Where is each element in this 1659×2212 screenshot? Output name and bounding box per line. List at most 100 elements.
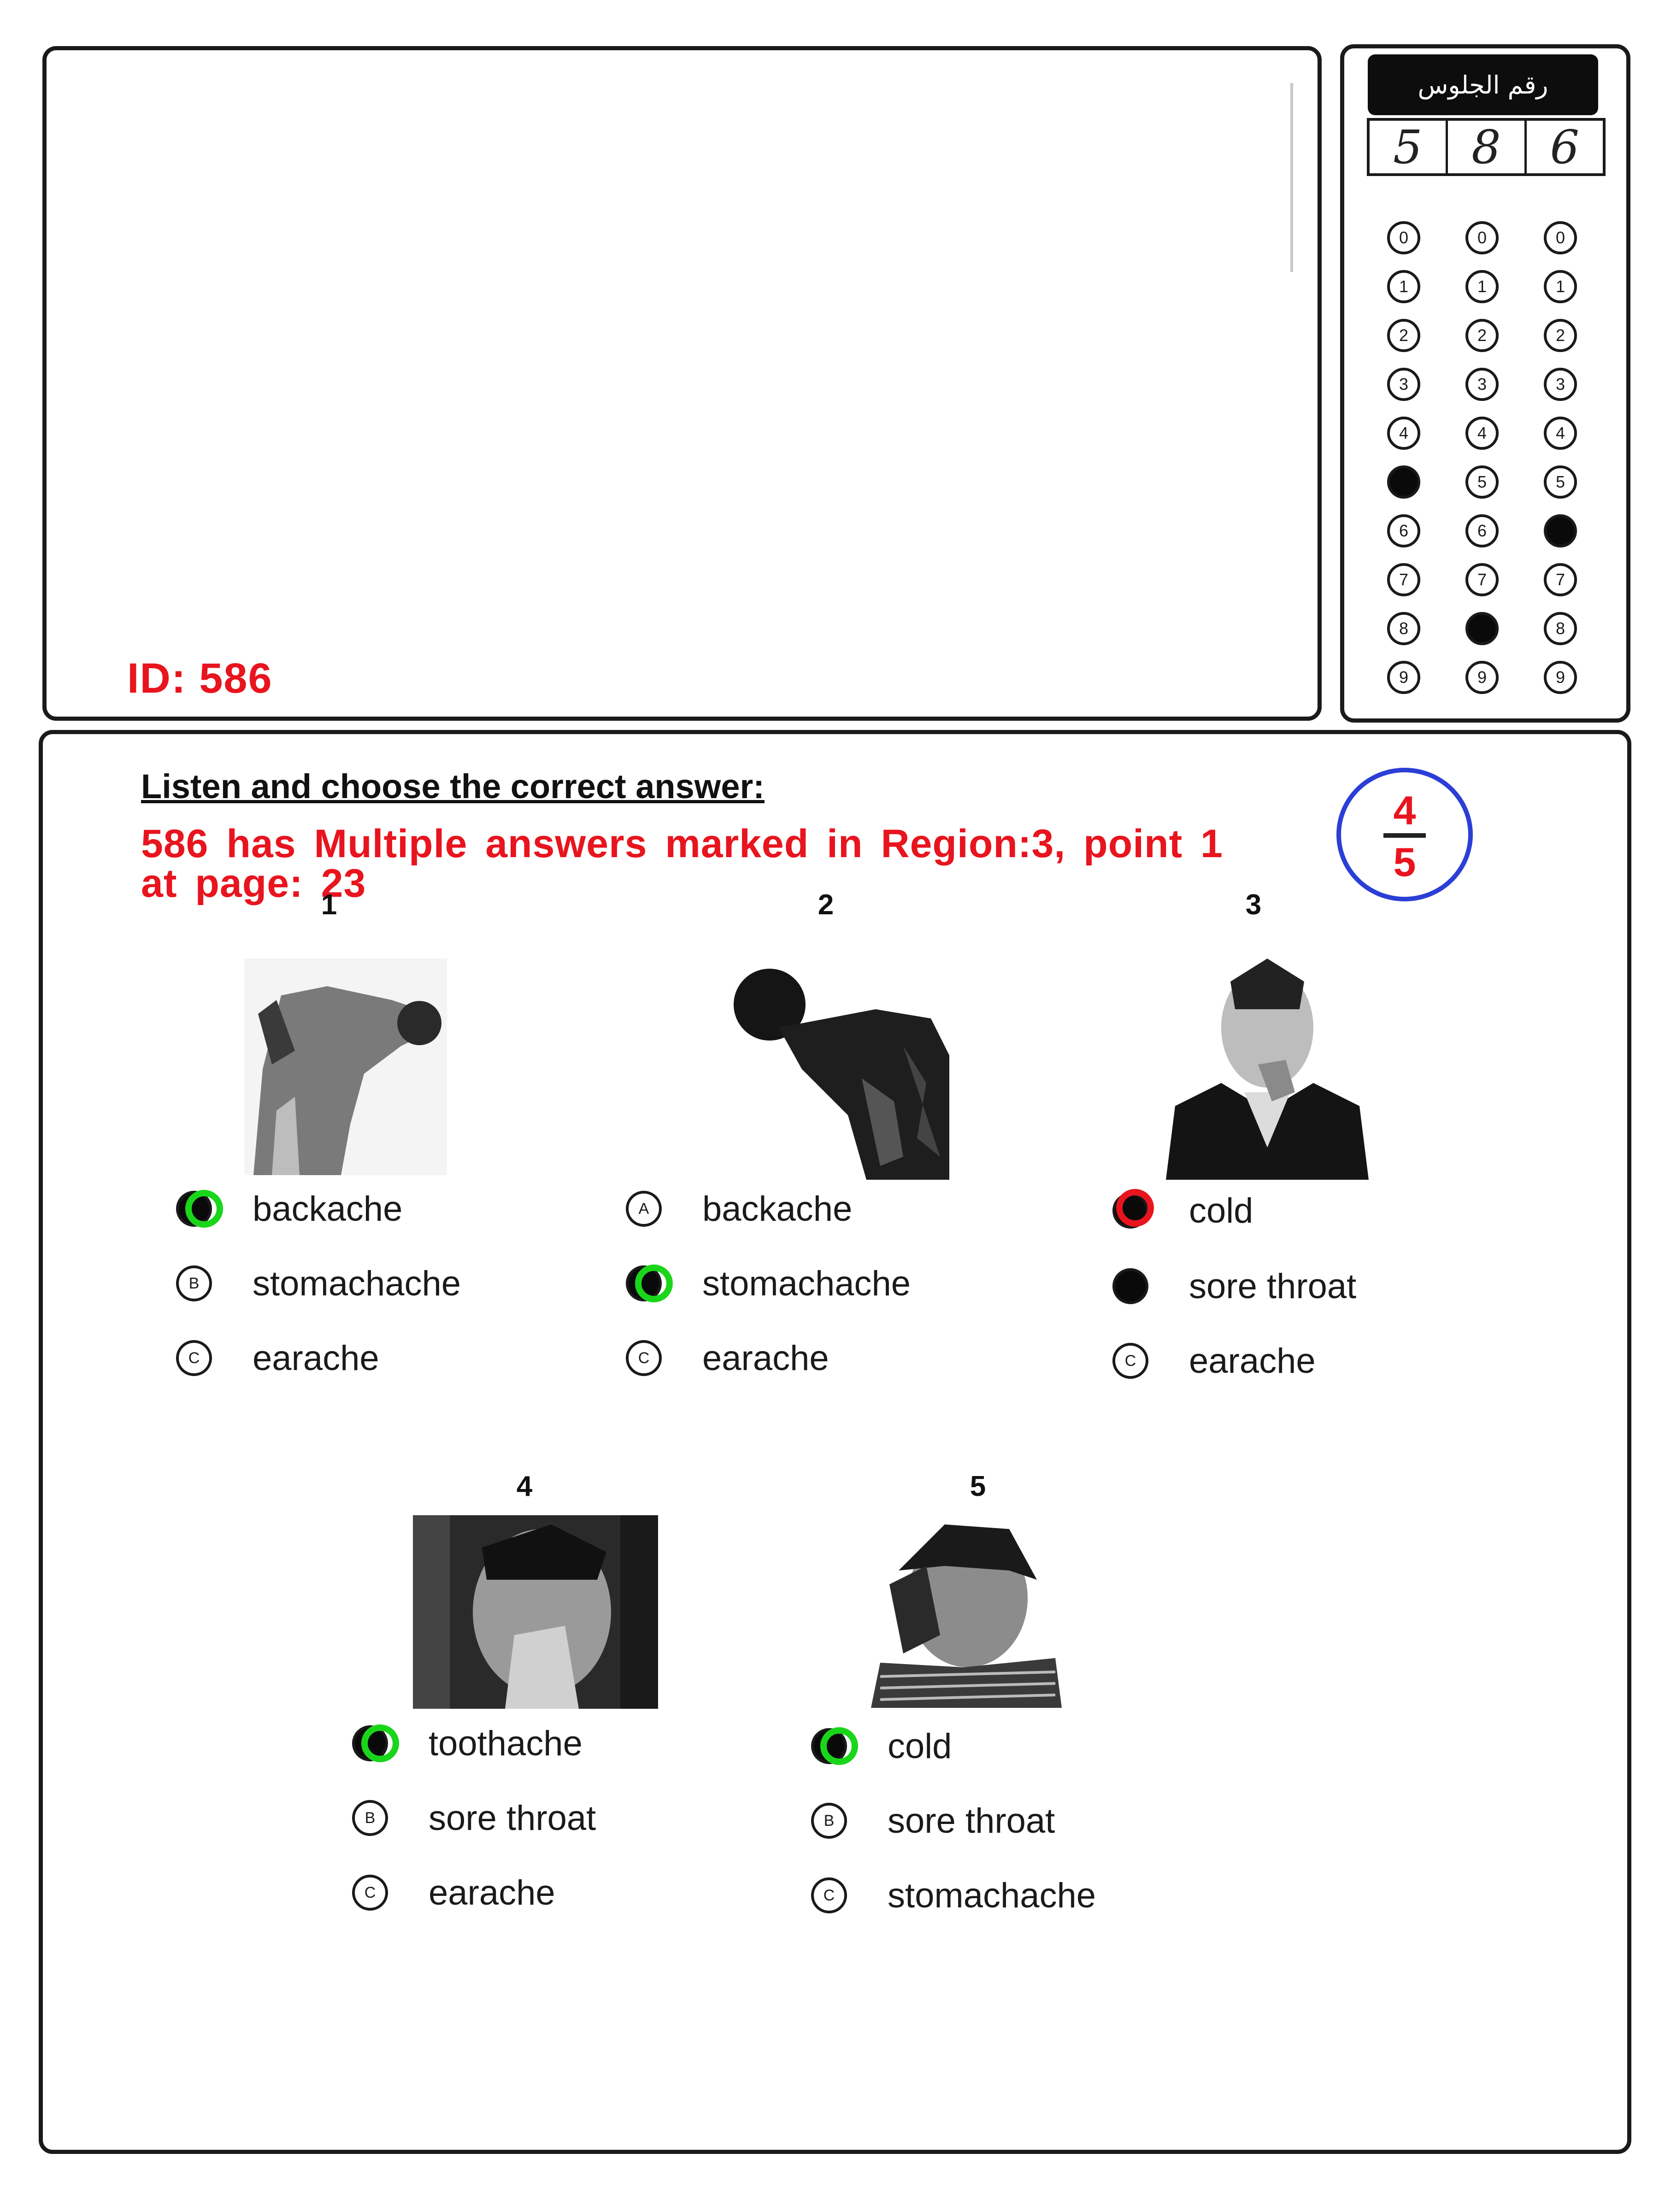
seat-bubble-0[interactable]: 0 bbox=[1544, 221, 1577, 254]
option-label: earache bbox=[429, 1873, 555, 1912]
option-row[interactable]: B sore throat bbox=[352, 1793, 596, 1843]
seat-bubble-1[interactable]: 1 bbox=[1465, 270, 1499, 303]
seat-bubble-4[interactable]: 4 bbox=[1387, 417, 1420, 450]
answer-bubble-b[interactable]: B bbox=[352, 1800, 388, 1836]
option-row[interactable]: C stomachache bbox=[811, 1870, 1096, 1921]
seat-bubble-8[interactable]: 8 bbox=[1387, 612, 1420, 645]
question-number: 4 bbox=[516, 1471, 533, 1502]
divider-line bbox=[1290, 83, 1293, 272]
option-row[interactable]: stomachache bbox=[626, 1258, 911, 1309]
answer-bubble-a[interactable] bbox=[352, 1724, 399, 1762]
seat-bubble-7[interactable]: 7 bbox=[1544, 563, 1577, 596]
option-label: sore throat bbox=[1189, 1266, 1357, 1306]
seat-bubble-5[interactable]: 5 bbox=[1465, 465, 1499, 499]
answer-bubble-c[interactable]: C bbox=[1112, 1343, 1148, 1379]
correct-mark-icon bbox=[185, 1190, 223, 1228]
seat-bubble-7[interactable]: 7 bbox=[1465, 563, 1499, 596]
seat-bubble-8[interactable]: 8 bbox=[1465, 612, 1499, 645]
seat-bubble-0[interactable]: 0 bbox=[1465, 221, 1499, 254]
seat-bubble-3[interactable]: 3 bbox=[1465, 368, 1499, 401]
correct-mark-icon bbox=[361, 1724, 399, 1762]
photo-man-sore-throat bbox=[1166, 954, 1369, 1180]
option-row[interactable]: C earache bbox=[1112, 1335, 1316, 1386]
answer-bubble-b[interactable] bbox=[626, 1265, 673, 1302]
seat-number-title: رقم الجلوس bbox=[1368, 54, 1598, 115]
answer-bubble-c[interactable]: C bbox=[626, 1340, 662, 1376]
option-label: backache bbox=[702, 1189, 853, 1229]
seat-bubble-5[interactable]: 5 bbox=[1544, 465, 1577, 499]
option-row[interactable]: C earache bbox=[176, 1333, 379, 1383]
answer-bubble-b[interactable]: B bbox=[176, 1265, 212, 1301]
photo-man-toothache bbox=[413, 1515, 658, 1709]
photo-man-headache bbox=[871, 1515, 1062, 1708]
option-label: cold bbox=[1189, 1191, 1253, 1230]
seat-bubble-3[interactable]: 3 bbox=[1544, 368, 1577, 401]
option-row[interactable]: C earache bbox=[626, 1333, 829, 1383]
option-label: stomachache bbox=[888, 1876, 1096, 1915]
seat-bubble-1[interactable]: 1 bbox=[1544, 270, 1577, 303]
seat-digit: 5 bbox=[1370, 120, 1448, 174]
option-row[interactable]: B stomachache bbox=[176, 1258, 461, 1309]
answer-bubble-a[interactable]: A bbox=[626, 1191, 662, 1227]
option-row[interactable]: cold bbox=[811, 1721, 952, 1771]
seat-bubble-1[interactable]: 1 bbox=[1387, 270, 1420, 303]
seat-bubble-6[interactable]: 6 bbox=[1544, 514, 1577, 547]
answer-bubble-b[interactable] bbox=[1112, 1268, 1148, 1304]
option-row[interactable]: backache bbox=[176, 1183, 402, 1234]
correct-mark-icon bbox=[820, 1727, 858, 1765]
score-obtained: 4 bbox=[1393, 788, 1416, 833]
photo-man-backache bbox=[244, 959, 447, 1175]
seat-bubble-9[interactable]: 9 bbox=[1544, 661, 1577, 694]
seat-number-digits: 5 8 6 bbox=[1367, 118, 1606, 176]
seat-bubble-grid: 0 1 2 3 4 5 6 7 8 9 0 1 2 3 4 5 6 7 8 9 0 1 2 3 4 5 6 7 8 9 bbox=[1387, 221, 1581, 710]
seat-bubble-5[interactable]: 5 bbox=[1387, 465, 1420, 499]
option-row[interactable]: A backache bbox=[626, 1183, 852, 1234]
question-number: 2 bbox=[818, 889, 834, 921]
option-row[interactable]: B sore throat bbox=[811, 1795, 1055, 1846]
answer-bubble-a[interactable] bbox=[811, 1727, 858, 1765]
answer-bubble-c[interactable]: C bbox=[176, 1340, 212, 1376]
option-label: toothache bbox=[429, 1724, 582, 1763]
answer-bubble-b[interactable]: B bbox=[811, 1803, 847, 1839]
option-row[interactable]: cold bbox=[1112, 1185, 1253, 1236]
seat-bubble-7[interactable]: 7 bbox=[1387, 563, 1420, 596]
answer-bubble-a[interactable] bbox=[176, 1190, 223, 1228]
seat-digit: 6 bbox=[1550, 120, 1580, 174]
photo-man-stomachache bbox=[710, 963, 949, 1180]
option-row[interactable]: toothache bbox=[352, 1718, 582, 1769]
score-total: 5 bbox=[1393, 839, 1416, 885]
seat-bubble-8[interactable]: 8 bbox=[1544, 612, 1577, 645]
option-row[interactable]: sore throat bbox=[1112, 1261, 1356, 1312]
option-label: earache bbox=[1189, 1341, 1316, 1381]
wrong-mark-icon bbox=[1116, 1189, 1154, 1227]
question-number: 3 bbox=[1245, 889, 1262, 921]
question-number: 5 bbox=[970, 1471, 986, 1502]
question-panel bbox=[39, 730, 1631, 2154]
option-label: earache bbox=[702, 1338, 829, 1378]
seat-digit: 8 bbox=[1448, 120, 1527, 174]
answer-bubble-a[interactable] bbox=[1112, 1189, 1154, 1229]
question-number: 1 bbox=[321, 889, 337, 921]
seat-bubble-9[interactable]: 9 bbox=[1387, 661, 1420, 694]
option-label: earache bbox=[253, 1338, 379, 1378]
score-badge: 4 5 bbox=[1336, 768, 1473, 901]
seat-bubble-0[interactable]: 0 bbox=[1387, 221, 1420, 254]
seat-bubble-4[interactable]: 4 bbox=[1465, 417, 1499, 450]
seat-bubble-6[interactable]: 6 bbox=[1465, 514, 1499, 547]
grading-error-message: 586 has Multiple answers marked in Regio… bbox=[141, 822, 1224, 866]
answer-bubble-c[interactable]: C bbox=[352, 1875, 388, 1911]
option-label: backache bbox=[253, 1189, 403, 1229]
seat-bubble-2[interactable]: 2 bbox=[1544, 319, 1577, 352]
option-label: sore throat bbox=[888, 1801, 1055, 1841]
seat-bubble-4[interactable]: 4 bbox=[1544, 417, 1577, 450]
option-row[interactable]: C earache bbox=[352, 1867, 555, 1918]
option-label: stomachache bbox=[702, 1264, 911, 1303]
seat-bubble-2[interactable]: 2 bbox=[1465, 319, 1499, 352]
seat-bubble-9[interactable]: 9 bbox=[1465, 661, 1499, 694]
option-label: sore throat bbox=[429, 1798, 596, 1838]
seat-bubble-2[interactable]: 2 bbox=[1387, 319, 1420, 352]
header-panel bbox=[42, 46, 1322, 721]
seat-bubble-3[interactable]: 3 bbox=[1387, 368, 1420, 401]
seat-bubble-6[interactable]: 6 bbox=[1387, 514, 1420, 547]
answer-bubble-c[interactable]: C bbox=[811, 1877, 847, 1913]
